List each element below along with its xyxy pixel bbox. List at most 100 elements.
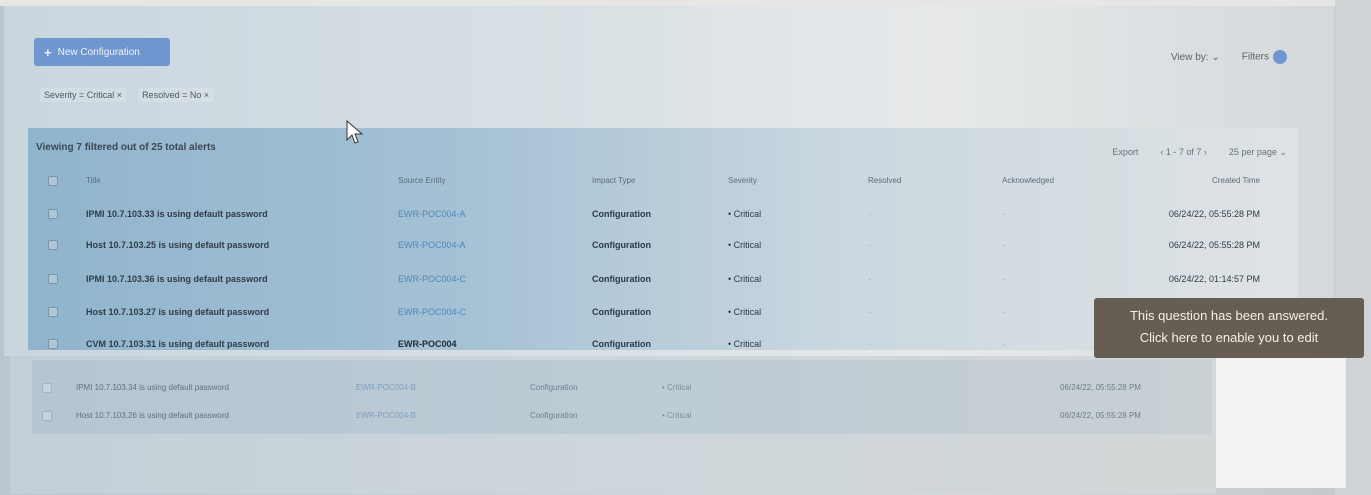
- severity-value: • Critical: [728, 307, 762, 317]
- created-time: 06/24/22, 05:55:28 PM: [1168, 209, 1260, 219]
- alert-title[interactable]: IPMI 10.7.103.34 is using default passwo…: [76, 383, 229, 392]
- severity-text: Critical: [733, 240, 762, 250]
- per-page-select[interactable]: 25 per page ⌄: [1229, 147, 1287, 158]
- impact-type: Configuration: [530, 411, 578, 420]
- mouse-cursor-icon: [346, 120, 364, 144]
- new-configuration-button[interactable]: + New Configuration: [34, 38, 170, 66]
- row-checkbox[interactable]: [48, 339, 58, 349]
- filter-chip-label: Severity = Critical: [44, 90, 115, 100]
- row-checkbox[interactable]: [42, 411, 52, 421]
- source-entity-link[interactable]: EWR-POC004-A: [398, 209, 466, 219]
- row-checkbox[interactable]: [48, 240, 58, 250]
- notice-line-1: This question has been answered.: [1129, 308, 1328, 323]
- active-filter-chips: Severity = Critical × Resolved = No ×: [40, 88, 214, 102]
- source-entity-link[interactable]: EWR-POC004-C: [398, 274, 466, 284]
- acknowledged-value: -: [1002, 307, 1005, 317]
- resolved-value: -: [868, 339, 871, 349]
- close-icon[interactable]: ×: [117, 90, 122, 100]
- view-controls: View by: ⌄ Filters: [1171, 50, 1287, 64]
- chevron-down-icon: ⌄: [1279, 147, 1287, 157]
- severity-value: • Critical: [728, 274, 762, 284]
- acknowledged-value: -: [1002, 339, 1005, 349]
- acknowledged-value: -: [1002, 240, 1005, 250]
- acknowledged-value: -: [1002, 274, 1005, 284]
- table-row[interactable]: IPMI 10.7.103.34 is using default passwo…: [40, 377, 1210, 401]
- chevron-down-icon: ⌄: [1211, 51, 1220, 63]
- table-header: Title Source Entity Impact Type Severity…: [36, 172, 1266, 192]
- severity-value: • Critical: [662, 411, 692, 420]
- severity-text: Critical: [667, 411, 692, 420]
- notice-line-2: Click here to enable you to edit: [1139, 330, 1319, 345]
- page-range: ‹ 1 - 7 of 7 ›: [1160, 147, 1207, 158]
- resolved-value: -: [868, 209, 871, 219]
- table-row[interactable]: Host 10.7.103.26 is using default passwo…: [40, 405, 1210, 429]
- impact-type: Configuration: [592, 339, 651, 349]
- source-entity-link[interactable]: EWR-POC004-B: [356, 411, 416, 420]
- severity-text: Critical: [733, 307, 762, 317]
- table-row[interactable]: Host 10.7.103.25 is using default passwo…: [36, 231, 1266, 261]
- created-time: 06/24/22, 01:14:57 PM: [1168, 274, 1260, 284]
- select-all-checkbox[interactable]: [48, 176, 58, 186]
- alert-title[interactable]: Host 10.7.103.27 is using default passwo…: [86, 307, 269, 317]
- chevron-right-icon[interactable]: ›: [1204, 147, 1207, 157]
- viewing-summary: Viewing 7 filtered out of 25 total alert…: [36, 142, 216, 153]
- resolved-value: -: [868, 240, 871, 250]
- severity-text: Critical: [733, 209, 762, 219]
- column-header-title[interactable]: Title: [86, 176, 101, 185]
- filters-label: Filters: [1241, 51, 1269, 63]
- filter-chip-severity[interactable]: Severity = Critical ×: [40, 88, 127, 102]
- lower-right-blank: [1216, 356, 1346, 488]
- filters-button[interactable]: Filters: [1242, 50, 1287, 64]
- view-by-dropdown[interactable]: View by: ⌄: [1171, 52, 1220, 63]
- plus-icon: +: [44, 44, 52, 60]
- resolved-value: -: [868, 307, 871, 317]
- severity-value: • Critical: [728, 209, 762, 219]
- alert-title[interactable]: IPMI 10.7.103.33 is using default passwo…: [86, 209, 268, 219]
- alert-title[interactable]: Host 10.7.103.25 is using default passwo…: [86, 240, 269, 250]
- acknowledged-value: -: [1002, 209, 1005, 219]
- alert-title[interactable]: Host 10.7.103.26 is using default passwo…: [76, 411, 229, 420]
- export-link[interactable]: Export: [1112, 147, 1138, 158]
- source-entity-link[interactable]: EWR-POC004-B: [356, 383, 416, 392]
- new-configuration-label: New Configuration: [57, 46, 140, 58]
- table-row[interactable]: IPMI 10.7.103.36 is using default passwo…: [36, 265, 1266, 295]
- row-checkbox[interactable]: [48, 209, 58, 219]
- source-entity[interactable]: EWR-POC004: [398, 339, 457, 349]
- table-row[interactable]: IPMI 10.7.103.33 is using default passwo…: [36, 200, 1266, 230]
- filters-badge: [1273, 50, 1287, 64]
- impact-type: Configuration: [592, 209, 651, 219]
- impact-type: Configuration: [530, 383, 578, 392]
- filter-chip-resolved[interactable]: Resolved = No ×: [138, 88, 214, 102]
- pagination: Export ‹ 1 - 7 of 7 › 25 per page ⌄: [1112, 147, 1287, 158]
- impact-type: Configuration: [592, 274, 651, 284]
- column-header-acknowledged[interactable]: Acknowledged: [1002, 176, 1054, 185]
- alert-title[interactable]: IPMI 10.7.103.36 is using default passwo…: [86, 274, 268, 284]
- source-entity-link[interactable]: EWR-POC004-A: [398, 240, 466, 250]
- row-checkbox[interactable]: [48, 307, 58, 317]
- source-entity-link[interactable]: EWR-POC004-C: [398, 307, 466, 317]
- close-icon[interactable]: ×: [204, 90, 209, 100]
- answered-notice-tooltip[interactable]: This question has been answered. Click h…: [1094, 298, 1364, 358]
- view-by-label: View by:: [1170, 51, 1209, 63]
- created-time: 06/24/22, 05:55:28 PM: [1168, 240, 1260, 250]
- impact-type: Configuration: [592, 240, 651, 250]
- table-row[interactable]: Host 10.7.103.27 is using default passwo…: [36, 298, 1266, 328]
- severity-text: Critical: [667, 383, 692, 392]
- chevron-left-icon[interactable]: ‹: [1160, 147, 1163, 157]
- column-header-severity[interactable]: Severity: [728, 176, 757, 185]
- column-header-created-time[interactable]: Created Time: [1212, 176, 1260, 185]
- alert-title[interactable]: CVM 10.7.103.31 is using default passwor…: [86, 339, 269, 349]
- created-time: 06/24/22, 05:55:28 PM: [1060, 383, 1141, 392]
- row-checkbox[interactable]: [48, 274, 58, 284]
- severity-value: • Critical: [728, 339, 762, 349]
- severity-value: • Critical: [662, 383, 692, 392]
- column-header-resolved[interactable]: Resolved: [868, 176, 901, 185]
- severity-text: Critical: [733, 274, 762, 284]
- severity-value: • Critical: [728, 240, 762, 250]
- row-checkbox[interactable]: [42, 383, 52, 393]
- filter-chip-label: Resolved = No: [142, 90, 202, 100]
- column-header-impact-type[interactable]: Impact Type: [592, 176, 635, 185]
- page-range-text: 1 - 7 of 7: [1165, 147, 1202, 157]
- column-header-source-entity[interactable]: Source Entity: [398, 176, 446, 185]
- resolved-value: -: [868, 274, 871, 284]
